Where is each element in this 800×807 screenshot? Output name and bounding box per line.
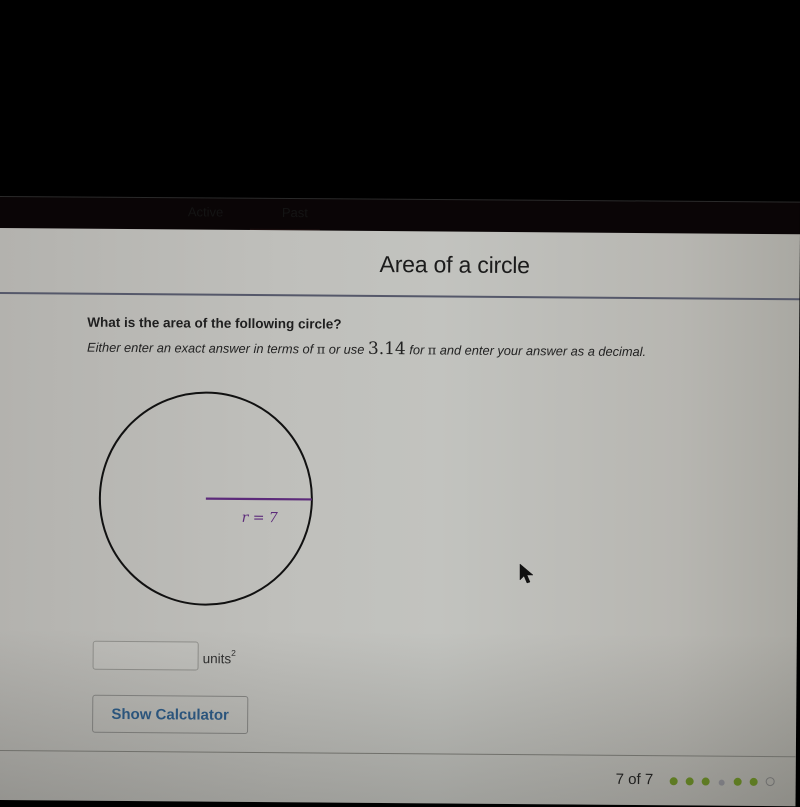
progress-dot-2[interactable]: [685, 777, 694, 786]
units-exponent: 2: [231, 647, 236, 658]
page-header: Area of a circle: [0, 228, 800, 301]
pi-symbol: π: [316, 342, 326, 358]
question-prompt: What is the area of the following circle…: [87, 314, 342, 332]
footer-divider: [0, 749, 796, 758]
show-calculator-button[interactable]: Show Calculator: [92, 694, 249, 734]
progress-text: 7 of 7: [615, 770, 654, 789]
progress-dot-1[interactable]: [669, 777, 678, 786]
question-instructions: Either enter an exact answer in terms of…: [87, 337, 646, 361]
units-label: units2: [202, 647, 236, 667]
progress-indicator: 7 of 7: [616, 770, 783, 790]
units-text: units: [202, 651, 232, 667]
mouse-cursor-icon: [519, 563, 534, 584]
area-answer-input[interactable]: [92, 640, 199, 671]
exercise-page: Area of a circle What is the area of the…: [0, 228, 800, 807]
pi-approximation: 3.14: [367, 338, 406, 360]
nav-tab-active[interactable]: Active: [188, 204, 224, 219]
monitor-bezel: [0, 0, 800, 208]
progress-dot-3[interactable]: [701, 777, 710, 786]
circle-figure: r = 7: [98, 391, 313, 606]
progress-dot-5[interactable]: [733, 777, 742, 786]
instructions-text: Either enter an exact answer in terms of: [87, 339, 317, 357]
progress-dot-7[interactable]: [765, 777, 775, 787]
instructions-text: or use: [325, 341, 368, 357]
instructions-text: and enter your answer as a decimal.: [436, 342, 647, 360]
progress-dot-4[interactable]: [718, 779, 725, 786]
radius-line: [205, 497, 312, 501]
page-title: Area of a circle: [379, 250, 530, 279]
nav-tab-past[interactable]: Past: [282, 205, 308, 220]
radius-label: r = 7: [242, 510, 278, 526]
instructions-text: for: [405, 342, 428, 358]
progress-dot-6[interactable]: [749, 777, 758, 786]
progress-dots: [669, 770, 782, 790]
